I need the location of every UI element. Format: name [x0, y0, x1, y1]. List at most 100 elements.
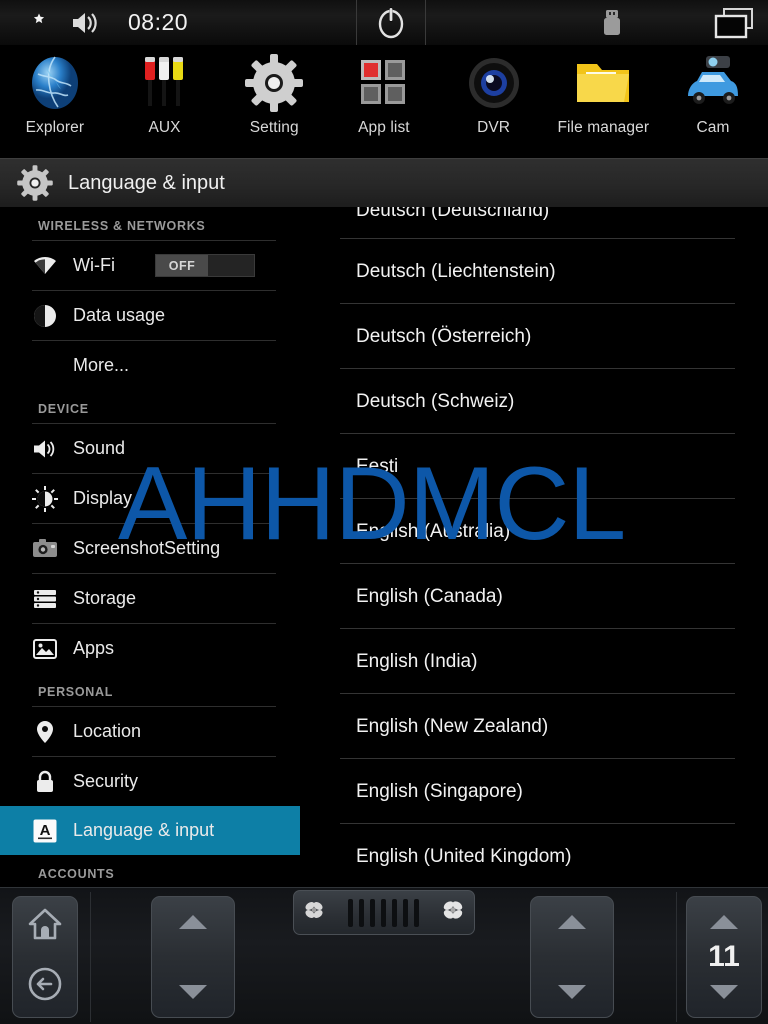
camera-lens-icon — [463, 52, 525, 114]
status-bar-clock: 08:20 — [128, 9, 189, 35]
settings-title-bar: Language & input — [0, 158, 768, 207]
chevron-down-icon[interactable] — [179, 985, 207, 999]
recent-apps-icon[interactable] — [712, 7, 756, 39]
rca-cables-icon — [134, 52, 196, 114]
dock-item-setting[interactable]: Setting — [219, 45, 329, 137]
toggle-state-label: OFF — [168, 258, 196, 273]
car-camera-icon — [682, 52, 744, 114]
back-arrow-icon[interactable] — [26, 965, 64, 1008]
page-title: Language & input — [68, 171, 225, 194]
list-item[interactable]: Deutsch (Schweiz) — [300, 369, 768, 434]
sidebar-item-label: Location — [73, 721, 142, 741]
sidebar-item-screenshot-setting[interactable]: ScreenshotSetting — [0, 524, 300, 573]
fan-bar — [413, 898, 419, 927]
fan-icon[interactable] — [302, 898, 326, 927]
power-icon — [378, 6, 404, 38]
chevron-up-icon[interactable] — [179, 915, 207, 929]
fan-speed-slider[interactable] — [293, 890, 475, 935]
dock-item-cam[interactable]: Cam — [658, 45, 768, 137]
fan-bar — [358, 898, 364, 927]
moon-star-icon — [18, 8, 48, 38]
wifi-toggle[interactable]: OFF — [155, 254, 255, 277]
language-label: Deutsch (Schweiz) — [356, 390, 515, 412]
chevron-down-icon[interactable] — [710, 985, 738, 999]
fan-icon[interactable] — [440, 897, 466, 928]
volume-icon — [70, 9, 100, 37]
language-label: Deutsch (Österreich) — [356, 325, 532, 347]
sidebar-item-storage[interactable]: Storage — [0, 574, 300, 623]
sidebar-item-label: Apps — [73, 638, 115, 658]
right-zone-stepper[interactable] — [530, 896, 614, 1018]
fan-bar — [402, 898, 408, 927]
chevron-up-icon[interactable] — [710, 915, 738, 929]
toggle-knob: OFF — [156, 255, 208, 276]
list-item[interactable]: English (Australia) — [300, 499, 768, 564]
list-item[interactable]: Deutsch (Österreich) — [300, 304, 768, 369]
speaker-icon — [32, 436, 58, 462]
app-dock: Explorer AUX Setting App list DVR File m… — [0, 45, 768, 158]
language-list[interactable]: Deutsch (Deutschland) Deutsch (Liechtens… — [300, 207, 768, 887]
dock-label: DVR — [477, 119, 511, 136]
dock-item-dvr[interactable]: DVR — [439, 45, 549, 137]
gear-icon — [16, 164, 54, 202]
sidebar-item-more[interactable]: More... — [0, 341, 300, 390]
sidebar-item-language-input[interactable]: A Language & input — [0, 806, 300, 855]
sidebar-section-header: DEVICE — [38, 402, 89, 416]
camera-icon — [32, 536, 58, 562]
dock-item-aux[interactable]: AUX — [110, 45, 220, 137]
wifi-icon — [32, 253, 58, 279]
language-label: English (New Zealand) — [356, 715, 549, 737]
dock-label: Setting — [249, 119, 299, 136]
sidebar-item-display[interactable]: Display — [0, 474, 300, 523]
sidebar-section-header: PERSONAL — [38, 685, 114, 699]
sidebar-item-label: Security — [73, 771, 139, 791]
list-item[interactable]: English (New Zealand) — [300, 694, 768, 759]
sidebar-item-label: Sound — [73, 438, 126, 458]
sidebar-section-header: ACCOUNTS — [38, 867, 115, 881]
sidebar-item-wifi[interactable]: Wi-Fi OFF — [0, 241, 300, 290]
dock-label: Explorer — [25, 119, 85, 136]
sidebar-item-sound[interactable]: Sound — [0, 424, 300, 473]
app-grid-icon — [353, 52, 415, 114]
sidebar-item-label: Display — [73, 488, 133, 508]
dock-item-explorer[interactable]: Explorer — [0, 45, 110, 137]
list-item[interactable]: English (Canada) — [300, 564, 768, 629]
sidebar-item-data-usage[interactable]: Data usage — [0, 291, 300, 340]
dock-item-file-manager[interactable]: File manager — [548, 45, 658, 137]
settings-sidebar[interactable]: WIRELESS & NETWORKS Wi-Fi OFF Data usage… — [0, 207, 300, 887]
pie-chart-icon — [32, 303, 58, 329]
sidebar-section-header: WIRELESS & NETWORKS — [38, 219, 206, 233]
usb-drive-icon — [600, 8, 624, 38]
list-item[interactable]: English (India) — [300, 629, 768, 694]
fan-level-bars[interactable] — [347, 898, 419, 927]
chevron-down-icon[interactable] — [558, 985, 586, 999]
map-pin-icon — [32, 719, 58, 745]
fan-bar — [369, 898, 375, 927]
left-zone-stepper[interactable] — [151, 896, 235, 1018]
sidebar-item-apps[interactable]: Apps — [0, 624, 300, 673]
sidebar-item-location[interactable]: Location — [0, 707, 300, 756]
list-item[interactable]: Deutsch (Liechtenstein) — [300, 239, 768, 304]
language-label: Eesti — [356, 455, 399, 477]
language-label: English (United Kingdom) — [356, 845, 572, 867]
list-item[interactable]: English (Singapore) — [300, 759, 768, 824]
list-item[interactable]: Deutsch (Deutschland) — [300, 207, 768, 239]
dock-label: AUX — [148, 119, 181, 136]
list-item[interactable]: Eesti — [300, 434, 768, 499]
power-button[interactable] — [356, 0, 426, 45]
dock-label: Cam — [696, 119, 730, 136]
storage-icon — [32, 586, 58, 612]
sidebar-item-label: ScreenshotSetting — [73, 538, 221, 558]
sidebar-item-label: Storage — [73, 588, 137, 608]
list-item[interactable]: English (United Kingdom) — [300, 824, 768, 887]
globe-icon — [24, 52, 86, 114]
sidebar-item-security[interactable]: Security — [0, 757, 300, 806]
navigation-pad[interactable] — [12, 896, 78, 1018]
dock-item-app-list[interactable]: App list — [329, 45, 439, 137]
home-icon[interactable] — [27, 907, 63, 946]
chevron-up-icon[interactable] — [558, 915, 586, 929]
fan-bar — [347, 898, 353, 927]
climate-control-bar: A/C SYNC AUTO OFF MAX — [0, 887, 768, 1024]
svg-text:A: A — [40, 822, 51, 839]
temperature-stepper[interactable]: 11 — [686, 896, 762, 1018]
